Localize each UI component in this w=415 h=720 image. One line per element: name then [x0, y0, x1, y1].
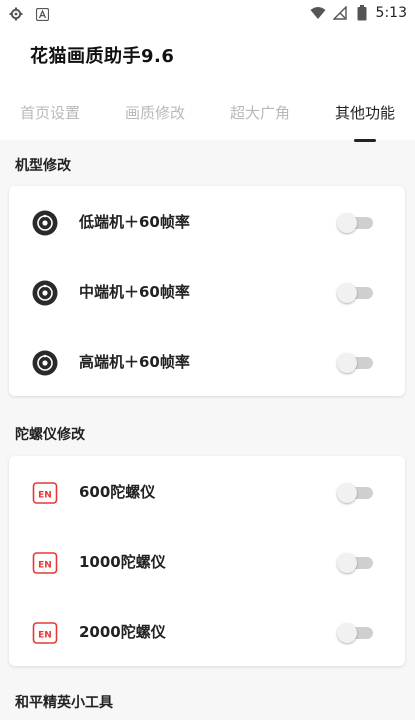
tab-other-functions[interactable]: 其他功能 — [320, 102, 410, 123]
camera-aperture-icon — [32, 350, 58, 376]
status-clock: 5:13 — [375, 5, 407, 21]
item-label: 600陀螺仪 — [79, 483, 156, 501]
item-label: 1000陀螺仪 — [79, 553, 166, 571]
tab-bar: 首页设置 画质修改 超大广角 其他功能 — [0, 88, 415, 140]
en-badge-icon: EN — [32, 480, 58, 506]
active-tab-indicator — [354, 139, 376, 142]
no-sim-icon — [332, 5, 348, 21]
app-a-icon — [34, 6, 50, 22]
list-item: 高端机＋60帧率 — [9, 326, 405, 396]
wifi-icon — [310, 5, 326, 21]
item-label: 中端机＋60帧率 — [79, 283, 190, 301]
status-bar-right: 5:13 — [310, 5, 407, 21]
gyro-2000-toggle[interactable] — [337, 623, 375, 643]
status-bar: 5:13 — [0, 0, 415, 28]
tab-quality-modify[interactable]: 画质修改 — [110, 102, 200, 123]
item-label: 高端机＋60帧率 — [79, 353, 190, 371]
card-model: 低端机＋60帧率 中端机＋60帧率 高端机＋60帧率 — [9, 186, 405, 396]
settings-icon — [8, 6, 24, 22]
battery-icon — [354, 5, 370, 21]
tab-wide-angle[interactable]: 超大广角 — [215, 102, 305, 123]
high-end-60fps-toggle[interactable] — [337, 353, 375, 373]
list-item: 低端机＋60帧率 — [9, 186, 405, 256]
list-item: EN 2000陀螺仪 — [9, 596, 405, 666]
toggle-thumb — [337, 483, 357, 503]
item-label: 低端机＋60帧率 — [79, 213, 190, 231]
status-bar-left — [8, 6, 50, 22]
toggle-thumb — [337, 553, 357, 573]
en-badge-text: EN — [38, 491, 52, 501]
tab-home-settings[interactable]: 首页设置 — [5, 102, 95, 123]
section-title-gyroscope: 陀螺仪修改 — [15, 427, 85, 443]
card-gyroscope: EN 600陀螺仪 EN 1000陀螺仪 EN 2000陀螺仪 — [9, 456, 405, 666]
list-item: EN 1000陀螺仪 — [9, 526, 405, 596]
gyro-600-toggle[interactable] — [337, 483, 375, 503]
en-badge-text: EN — [38, 561, 52, 571]
toggle-thumb — [337, 283, 357, 303]
app-bar: 花猫画质助手9.6 — [0, 28, 415, 88]
camera-aperture-icon — [32, 210, 58, 236]
toggle-thumb — [337, 213, 357, 233]
mid-end-60fps-toggle[interactable] — [337, 283, 375, 303]
low-end-60fps-toggle[interactable] — [337, 213, 375, 233]
app-title: 花猫画质助手9.6 — [30, 46, 175, 67]
gyro-1000-toggle[interactable] — [337, 553, 375, 573]
camera-aperture-icon — [32, 280, 58, 306]
toggle-thumb — [337, 353, 357, 373]
section-title-model: 机型修改 — [15, 158, 71, 174]
en-badge-text: EN — [38, 631, 52, 641]
en-badge-icon: EN — [32, 620, 58, 646]
en-badge-icon: EN — [32, 550, 58, 576]
toggle-thumb — [337, 623, 357, 643]
item-label: 2000陀螺仪 — [79, 623, 166, 641]
list-item: 中端机＋60帧率 — [9, 256, 405, 326]
section-title-tools: 和平精英小工具 — [15, 695, 113, 711]
list-item: EN 600陀螺仪 — [9, 456, 405, 526]
